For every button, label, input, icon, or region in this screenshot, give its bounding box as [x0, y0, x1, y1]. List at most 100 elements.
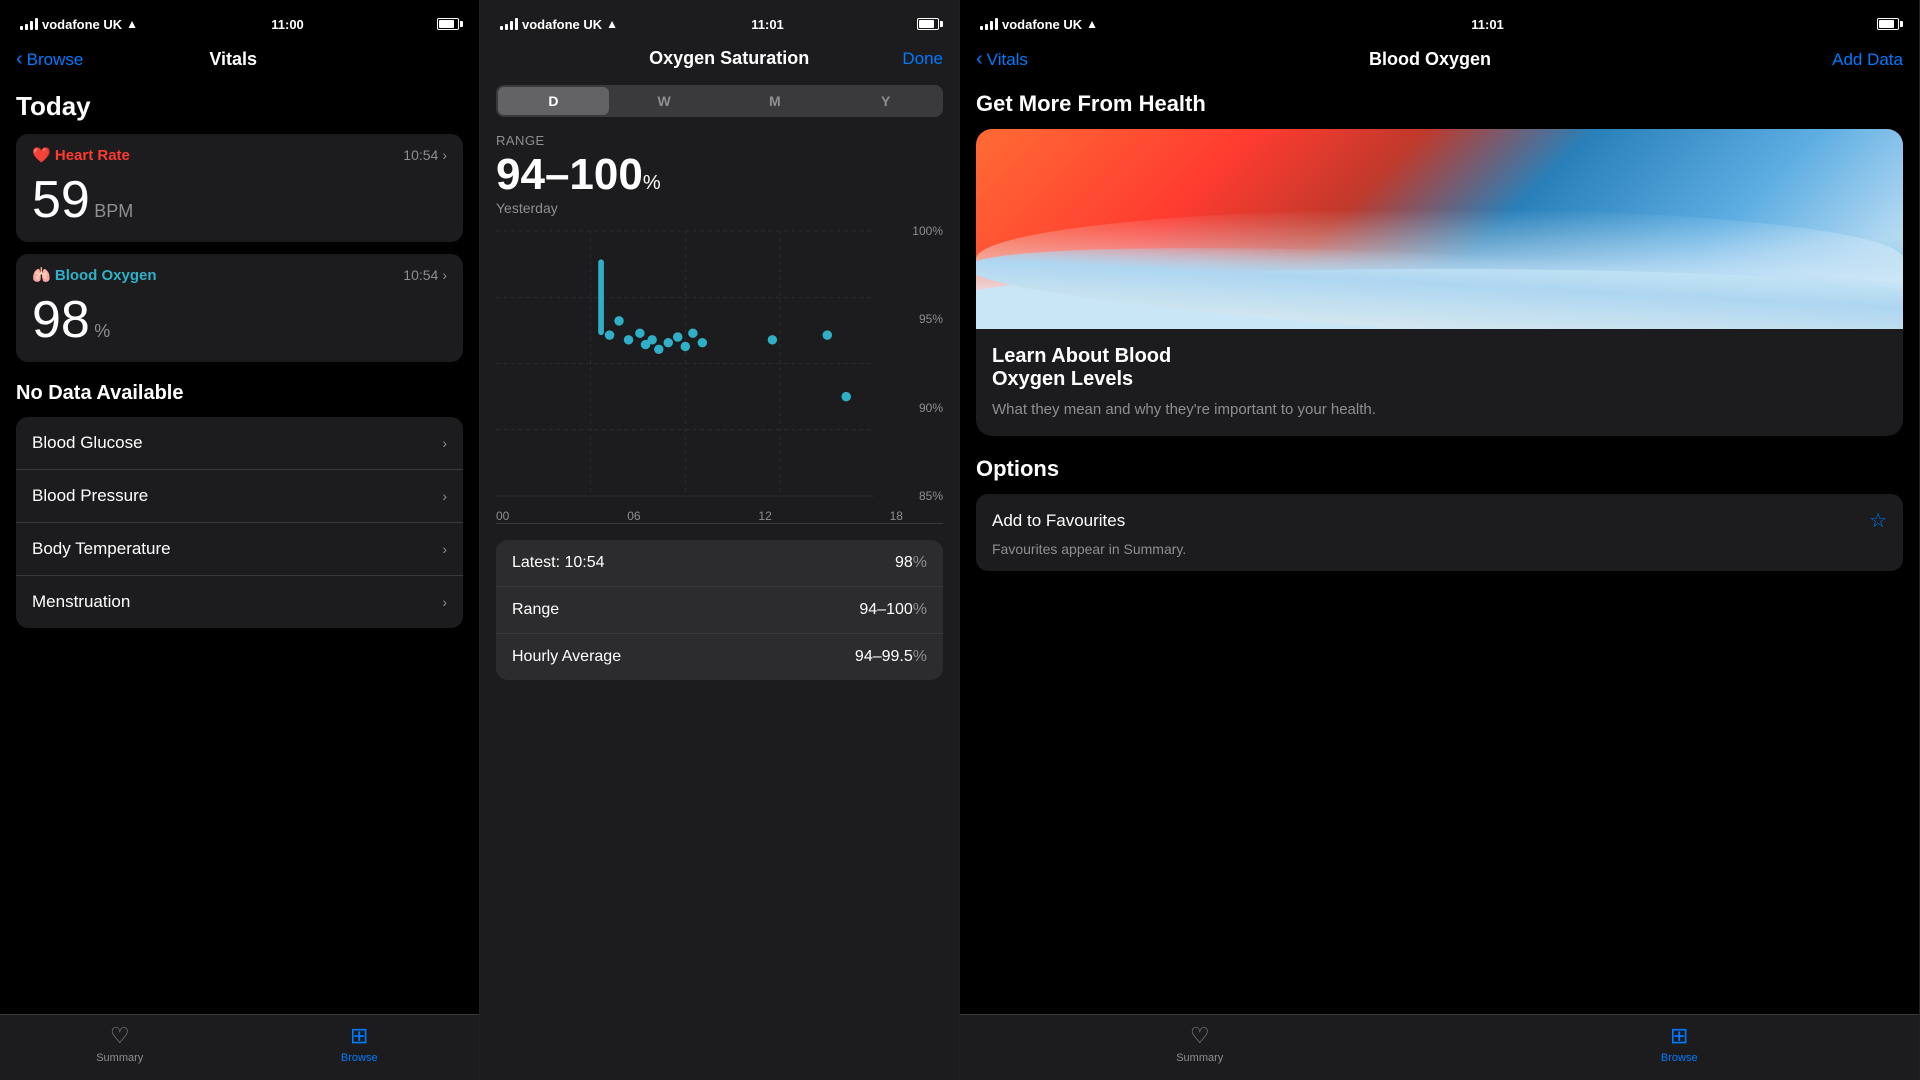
lung-icon: 🫁	[32, 267, 51, 284]
tab-summary-3[interactable]: ♡ Summary	[960, 1023, 1440, 1064]
star-icon[interactable]: ☆	[1869, 508, 1887, 533]
stats-section: Latest: 10:54 98% Range 94–100% Hourly A…	[480, 524, 959, 680]
signal-icon-2	[500, 18, 518, 30]
summary-icon-1: ♡	[110, 1023, 130, 1049]
status-left-2: vodafone UK ▲	[500, 17, 618, 32]
blood-oxygen-unit: %	[94, 321, 110, 341]
wifi-icon-3: ▲	[1086, 17, 1098, 31]
heart-rate-unit: BPM	[94, 201, 133, 221]
no-data-title: No Data Available	[16, 382, 463, 405]
stat-latest-value: 98%	[895, 554, 927, 572]
blood-glucose-label: Blood Glucose	[32, 433, 143, 453]
heart-rate-card[interactable]: ❤️ Heart Rate 10:54 › 59 BPM	[16, 134, 463, 242]
segment-week[interactable]: W	[609, 87, 720, 115]
tab-browse-3[interactable]: ⊞ Browse	[1440, 1023, 1920, 1064]
battery-fill-2	[919, 20, 934, 28]
body-temp-chevron: ›	[442, 541, 447, 557]
list-item-blood-glucose[interactable]: Blood Glucose ›	[16, 417, 463, 470]
page-title-1: Vitals	[209, 49, 257, 70]
carrier-1: vodafone UK	[42, 17, 122, 32]
heart-rate-chevron: ›	[442, 147, 447, 163]
stat-range-label: Range	[512, 601, 559, 619]
blood-glucose-chevron: ›	[442, 435, 447, 451]
stat-hourly-value: 94–99.5%	[855, 648, 927, 666]
segment-year[interactable]: Y	[830, 87, 941, 115]
status-left-1: vodafone UK ▲	[20, 17, 138, 32]
x-label-00: 00	[496, 509, 509, 523]
blood-pressure-chevron: ›	[442, 488, 447, 504]
summary-icon-3: ♡	[1190, 1023, 1210, 1049]
blood-oxygen-card[interactable]: 🫁 Blood Oxygen 10:54 › 98 %	[16, 254, 463, 362]
summary-label-1: Summary	[96, 1052, 143, 1064]
browse-icon-3: ⊞	[1670, 1023, 1688, 1049]
add-data-button[interactable]: Add Data	[1832, 50, 1903, 70]
list-item-body-temp[interactable]: Body Temperature ›	[16, 523, 463, 576]
no-data-list: Blood Glucose › Blood Pressure › Body Te…	[16, 417, 463, 628]
range-value: 94–100%	[480, 150, 959, 200]
promo-image	[976, 129, 1903, 329]
tab-bar-3: ♡ Summary ⊞ Browse	[960, 1014, 1919, 1080]
oxygen-content: D W M Y RANGE 94–100% Yesterday	[480, 77, 959, 1080]
stat-range: Range 94–100%	[496, 587, 943, 634]
blood-oxygen-header: 🫁 Blood Oxygen 10:54 ›	[32, 266, 447, 284]
tab-browse-1[interactable]: ⊞ Browse	[240, 1023, 480, 1064]
stat-latest-label: Latest: 10:54	[512, 554, 605, 572]
segment-day[interactable]: D	[498, 87, 609, 115]
period-label: Yesterday	[480, 200, 959, 216]
page-title-2: Oxygen Saturation	[649, 48, 809, 69]
promo-desc: What they mean and why they're important…	[992, 399, 1887, 420]
stat-hourly-label: Hourly Average	[512, 648, 621, 666]
stats-group: Latest: 10:54 98% Range 94–100% Hourly A…	[496, 540, 943, 680]
battery-fill-3	[1879, 20, 1894, 28]
blood-oxygen-panel: vodafone UK ▲ 11:01 ‹ Vitals Blood Oxyge…	[960, 0, 1920, 1080]
status-right-2	[917, 18, 939, 30]
wifi-icon-1: ▲	[126, 17, 138, 31]
back-arrow-3: ‹	[976, 48, 983, 71]
promo-card[interactable]: Learn About BloodOxygen Levels What they…	[976, 129, 1903, 436]
browse-icon-1: ⊞	[350, 1023, 368, 1049]
nav-bar-2: Oxygen Saturation Done	[480, 44, 959, 77]
back-button-1[interactable]: ‹ Browse	[16, 48, 83, 71]
nav-bar-1: ‹ Browse Vitals	[0, 44, 479, 79]
range-unit: %	[643, 172, 661, 194]
battery-icon-2	[917, 18, 939, 30]
status-right-3	[1877, 18, 1899, 30]
list-item-menstruation[interactable]: Menstruation ›	[16, 576, 463, 628]
today-title: Today	[16, 91, 463, 122]
body-temp-label: Body Temperature	[32, 539, 171, 559]
status-bar-1: vodafone UK ▲ 11:00	[0, 0, 479, 44]
favourites-hint: Favourites appear in Summary.	[992, 541, 1887, 557]
done-button[interactable]: Done	[902, 49, 943, 69]
x-label-18: 18	[890, 509, 903, 523]
x-label-12: 12	[758, 509, 771, 523]
wifi-icon-2: ▲	[606, 17, 618, 31]
segment-control: D W M Y	[496, 85, 943, 117]
battery-fill-1	[439, 20, 454, 28]
blood-pressure-label: Blood Pressure	[32, 486, 148, 506]
blood-oxygen-content: Get More From Health Learn About BloodOx…	[960, 79, 1919, 1014]
tab-bar-1: ♡ Summary ⊞ Browse	[0, 1014, 479, 1080]
stat-range-value: 94–100%	[859, 601, 927, 619]
vitals-panel: vodafone UK ▲ 11:00 ‹ Browse Vitals Toda…	[0, 0, 480, 1080]
menstruation-chevron: ›	[442, 594, 447, 610]
segment-month[interactable]: M	[720, 87, 831, 115]
page-title-3: Blood Oxygen	[1369, 49, 1491, 70]
tab-summary-1[interactable]: ♡ Summary	[0, 1023, 240, 1064]
list-item-blood-pressure[interactable]: Blood Pressure ›	[16, 470, 463, 523]
range-label: RANGE	[480, 133, 959, 148]
signal-icon-1	[20, 18, 38, 30]
chart-y-labels: 100% 95% 90% 85%	[912, 224, 943, 503]
y-label-85: 85%	[919, 489, 943, 503]
signal-icon-3	[980, 18, 998, 30]
oxygen-chart: 100% 95% 90% 85% 00 06 12 18	[496, 224, 943, 524]
carrier-2: vodafone UK	[522, 17, 602, 32]
back-button-3[interactable]: ‹ Vitals	[976, 48, 1028, 71]
back-arrow-1: ‹	[16, 48, 23, 71]
vitals-content: Today ❤️ Heart Rate 10:54 › 59 BPM	[0, 79, 479, 1014]
back-label-3: Vitals	[987, 50, 1028, 70]
time-3: 11:01	[1471, 17, 1504, 32]
wave2	[976, 269, 1903, 329]
blood-oxygen-title: 🫁 Blood Oxygen	[32, 266, 157, 284]
chart-svg	[496, 224, 903, 503]
stat-hourly: Hourly Average 94–99.5%	[496, 634, 943, 680]
